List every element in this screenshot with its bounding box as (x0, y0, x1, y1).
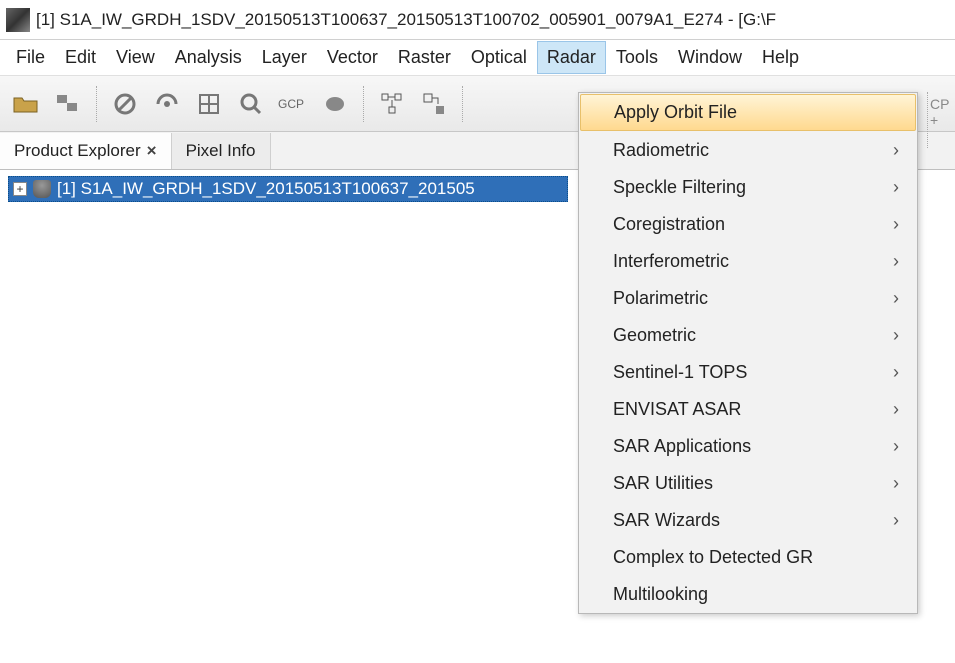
menu-file[interactable]: File (6, 41, 55, 74)
tree-root-label: [1] S1A_IW_GRDH_1SDV_20150513T100637_201… (57, 179, 475, 199)
expand-icon[interactable]: + (13, 182, 27, 196)
menu-item-complex-to-detected-gr[interactable]: Complex to Detected GR (579, 539, 917, 576)
chevron-right-icon: › (893, 177, 899, 198)
menu-item-label: Interferometric (613, 251, 729, 272)
product-icon (33, 180, 51, 198)
toolbar-separator (96, 86, 97, 122)
menu-item-label: Polarimetric (613, 288, 708, 309)
menu-item-label: SAR Wizards (613, 510, 720, 531)
tab-label: Product Explorer (14, 141, 141, 161)
toolbar-products-icon[interactable] (50, 86, 86, 122)
right-dock-hint: CP + (927, 92, 955, 148)
tab-label: Pixel Info (186, 141, 256, 161)
radar-menu-dropdown: Apply Orbit FileRadiometric›Speckle Filt… (578, 92, 918, 614)
chevron-right-icon: › (893, 214, 899, 235)
chevron-right-icon: › (893, 140, 899, 161)
menu-item-coregistration[interactable]: Coregistration › (579, 206, 917, 243)
toolbar-zoom-icon[interactable] (233, 86, 269, 122)
toolbar-separator (462, 86, 463, 122)
menu-view[interactable]: View (106, 41, 165, 74)
chevron-right-icon: › (893, 510, 899, 531)
menu-item-sentinel-1-tops[interactable]: Sentinel-1 TOPS › (579, 354, 917, 391)
menu-item-label: Radiometric (613, 140, 709, 161)
menu-optical[interactable]: Optical (461, 41, 537, 74)
chevron-right-icon: › (893, 399, 899, 420)
menu-tools[interactable]: Tools (606, 41, 668, 74)
menu-radar[interactable]: Radar (537, 41, 606, 74)
chevron-right-icon: › (893, 251, 899, 272)
menu-help[interactable]: Help (752, 41, 809, 74)
chevron-right-icon: › (893, 473, 899, 494)
toolbar-target-icon[interactable] (149, 86, 185, 122)
menu-layer[interactable]: Layer (252, 41, 317, 74)
chevron-right-icon: › (893, 436, 899, 457)
menu-item-apply-orbit-file[interactable]: Apply Orbit File (580, 94, 916, 131)
toolbar-gcp-icon[interactable]: GCP (275, 86, 311, 122)
menu-item-multilooking[interactable]: Multilooking (579, 576, 917, 613)
chevron-right-icon: › (893, 325, 899, 346)
toolbar-grid-icon[interactable] (191, 86, 227, 122)
menu-item-geometric[interactable]: Geometric › (579, 317, 917, 354)
menu-item-label: Multilooking (613, 584, 708, 605)
toolbar-convert-icon[interactable] (416, 86, 452, 122)
menu-item-label: Speckle Filtering (613, 177, 746, 198)
menu-item-label: SAR Applications (613, 436, 751, 457)
tree-root-item[interactable]: + [1] S1A_IW_GRDH_1SDV_20150513T100637_2… (8, 176, 568, 202)
svg-text:GCP: GCP (278, 97, 304, 111)
menubar: FileEditViewAnalysisLayerVectorRasterOpt… (0, 40, 955, 76)
menu-analysis[interactable]: Analysis (165, 41, 252, 74)
tab-pixel-info[interactable]: Pixel Info (172, 133, 271, 169)
menu-item-sar-applications[interactable]: SAR Applications › (579, 428, 917, 465)
window-title: [1] S1A_IW_GRDH_1SDV_20150513T100637_201… (36, 10, 776, 30)
chevron-right-icon: › (893, 362, 899, 383)
menu-item-envisat-asar[interactable]: ENVISAT ASAR › (579, 391, 917, 428)
titlebar: [1] S1A_IW_GRDH_1SDV_20150513T100637_201… (0, 0, 955, 40)
menu-item-label: Apply Orbit File (614, 102, 737, 123)
menu-item-label: Sentinel-1 TOPS (613, 362, 747, 383)
menu-item-sar-wizards[interactable]: SAR Wizards › (579, 502, 917, 539)
menu-item-polarimetric[interactable]: Polarimetric › (579, 280, 917, 317)
menu-item-interferometric[interactable]: Interferometric › (579, 243, 917, 280)
menu-raster[interactable]: Raster (388, 41, 461, 74)
toolbar-blob-icon[interactable] (317, 86, 353, 122)
menu-item-label: Coregistration (613, 214, 725, 235)
chevron-right-icon: › (893, 288, 899, 309)
menu-item-label: Geometric (613, 325, 696, 346)
toolbar-open-folder-icon[interactable] (8, 86, 44, 122)
menu-item-speckle-filtering[interactable]: Speckle Filtering › (579, 169, 917, 206)
menu-item-sar-utilities[interactable]: SAR Utilities › (579, 465, 917, 502)
menu-item-label: ENVISAT ASAR (613, 399, 741, 420)
menu-edit[interactable]: Edit (55, 41, 106, 74)
close-icon[interactable]: × (147, 141, 157, 161)
menu-vector[interactable]: Vector (317, 41, 388, 74)
toolbar-slash-circle-icon[interactable] (107, 86, 143, 122)
menu-item-label: SAR Utilities (613, 473, 713, 494)
app-icon (6, 8, 30, 32)
tab-product-explorer[interactable]: Product Explorer × (0, 133, 172, 169)
menu-item-label: Complex to Detected GR (613, 547, 813, 568)
menu-item-radiometric[interactable]: Radiometric › (579, 132, 917, 169)
toolbar-graph-icon[interactable] (374, 86, 410, 122)
toolbar-separator (363, 86, 364, 122)
menu-window[interactable]: Window (668, 41, 752, 74)
